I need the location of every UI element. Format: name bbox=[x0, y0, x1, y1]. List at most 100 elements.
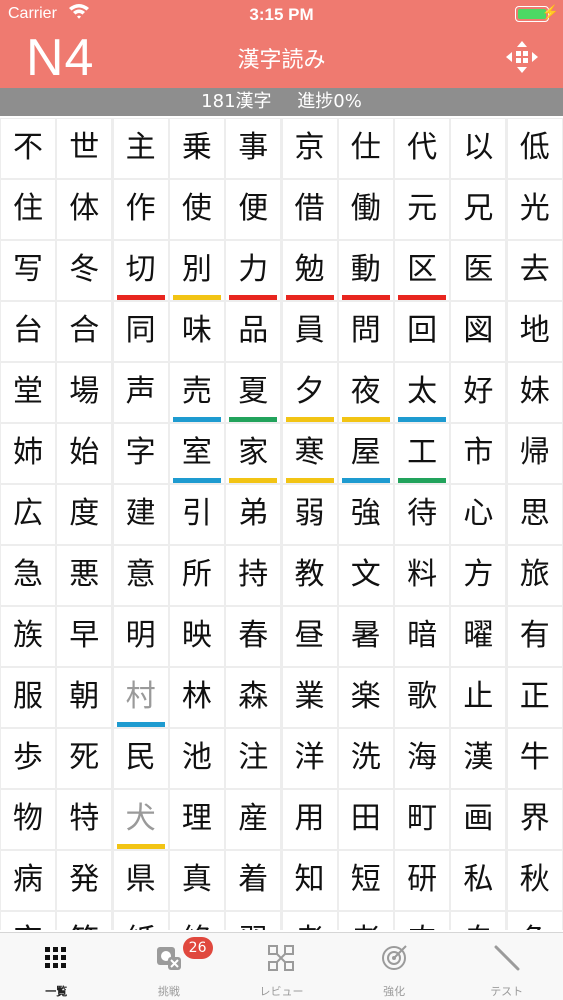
kanji-cell[interactable]: 究 bbox=[1, 912, 55, 930]
kanji-cell[interactable]: 思 bbox=[507, 485, 562, 544]
kanji-cell[interactable]: 地 bbox=[507, 302, 562, 361]
kanji-cell[interactable]: 市 bbox=[451, 424, 506, 483]
kanji-cell[interactable]: 夏 bbox=[226, 363, 281, 422]
kanji-cell[interactable]: 夕 bbox=[282, 363, 337, 422]
kanji-cell[interactable]: 味 bbox=[169, 302, 224, 361]
kanji-cell[interactable]: 妹 bbox=[507, 363, 562, 422]
kanji-cell[interactable]: 建 bbox=[113, 485, 168, 544]
kanji-cell[interactable]: 海 bbox=[395, 729, 450, 788]
kanji-cell[interactable]: 力 bbox=[226, 241, 281, 300]
kanji-cell[interactable]: 文 bbox=[338, 546, 393, 605]
kanji-cell[interactable]: 短 bbox=[338, 851, 393, 910]
kanji-cell[interactable]: 持 bbox=[226, 546, 281, 605]
kanji-cell[interactable]: 問 bbox=[338, 302, 393, 361]
kanji-cell[interactable]: 林 bbox=[169, 668, 224, 727]
kanji-cell[interactable]: 去 bbox=[507, 241, 562, 300]
kanji-cell[interactable]: 声 bbox=[113, 363, 168, 422]
kanji-cell[interactable]: 死 bbox=[57, 729, 112, 788]
kanji-cell[interactable]: 答 bbox=[57, 912, 112, 930]
kanji-cell[interactable]: 以 bbox=[451, 119, 506, 178]
kanji-cell[interactable]: 旅 bbox=[507, 546, 562, 605]
kanji-cell[interactable]: 映 bbox=[169, 607, 224, 666]
kanji-cell[interactable]: 方 bbox=[451, 546, 506, 605]
kanji-cell[interactable]: 待 bbox=[395, 485, 450, 544]
kanji-cell[interactable]: 有 bbox=[507, 607, 562, 666]
kanji-cell[interactable]: 兄 bbox=[451, 180, 506, 239]
kanji-cell[interactable]: 知 bbox=[282, 851, 337, 910]
kanji-cell[interactable]: 真 bbox=[169, 851, 224, 910]
kanji-cell[interactable]: 室 bbox=[169, 424, 224, 483]
kanji-cell[interactable]: 強 bbox=[338, 485, 393, 544]
kanji-cell[interactable]: 太 bbox=[395, 363, 450, 422]
kanji-cell[interactable]: 池 bbox=[169, 729, 224, 788]
kanji-cell[interactable]: 弱 bbox=[282, 485, 337, 544]
kanji-cell[interactable]: 洋 bbox=[282, 729, 337, 788]
kanji-cell[interactable]: 発 bbox=[57, 851, 112, 910]
kanji-cell[interactable]: 働 bbox=[338, 180, 393, 239]
kanji-cell[interactable]: 仕 bbox=[338, 119, 393, 178]
kanji-cell[interactable]: 便 bbox=[226, 180, 281, 239]
kanji-cell[interactable]: 料 bbox=[395, 546, 450, 605]
kanji-cell[interactable]: 切 bbox=[113, 241, 168, 300]
kanji-cell[interactable]: 歩 bbox=[1, 729, 55, 788]
kanji-cell[interactable]: 区 bbox=[395, 241, 450, 300]
kanji-cell[interactable]: 体 bbox=[57, 180, 112, 239]
kanji-cell[interactable]: 秋 bbox=[507, 851, 562, 910]
kanji-cell[interactable]: 作 bbox=[113, 180, 168, 239]
kanji-cell[interactable]: 画 bbox=[451, 790, 506, 849]
kanji-cell[interactable]: 習 bbox=[226, 912, 281, 930]
kanji-cell[interactable]: 暗 bbox=[395, 607, 450, 666]
kanji-cell[interactable]: 別 bbox=[169, 241, 224, 300]
kanji-cell[interactable]: 勉 bbox=[282, 241, 337, 300]
kanji-cell[interactable]: 心 bbox=[451, 485, 506, 544]
tab-pencil[interactable]: テスト bbox=[450, 933, 563, 1000]
tab-review[interactable]: レビュー bbox=[225, 933, 338, 1000]
kanji-cell[interactable]: 品 bbox=[226, 302, 281, 361]
kanji-cell[interactable]: 肉 bbox=[395, 912, 450, 930]
kanji-cell[interactable]: 産 bbox=[226, 790, 281, 849]
kanji-cell[interactable]: 曜 bbox=[451, 607, 506, 666]
kanji-cell[interactable]: 急 bbox=[1, 546, 55, 605]
kanji-cell[interactable]: 住 bbox=[1, 180, 55, 239]
kanji-cell[interactable]: 不 bbox=[1, 119, 55, 178]
tab-challenge[interactable]: 挑戦 26 bbox=[113, 933, 226, 1000]
kanji-cell[interactable]: 正 bbox=[507, 668, 562, 727]
kanji-cell[interactable]: 教 bbox=[282, 546, 337, 605]
kanji-cell[interactable]: 引 bbox=[169, 485, 224, 544]
kanji-cell[interactable]: 色 bbox=[507, 912, 562, 930]
kanji-cell[interactable]: 紙 bbox=[113, 912, 168, 930]
kanji-cell[interactable]: 好 bbox=[451, 363, 506, 422]
kanji-cell[interactable]: 借 bbox=[282, 180, 337, 239]
kanji-cell[interactable]: 町 bbox=[395, 790, 450, 849]
kanji-cell[interactable]: 物 bbox=[1, 790, 55, 849]
kanji-cell[interactable]: 弟 bbox=[226, 485, 281, 544]
kanji-cell[interactable]: 字 bbox=[113, 424, 168, 483]
kanji-cell[interactable]: 族 bbox=[1, 607, 55, 666]
kanji-cell[interactable]: 回 bbox=[395, 302, 450, 361]
kanji-cell[interactable]: 帰 bbox=[507, 424, 562, 483]
kanji-cell[interactable]: 止 bbox=[451, 668, 506, 727]
kanji-cell[interactable]: 夜 bbox=[338, 363, 393, 422]
kanji-cell[interactable]: 朝 bbox=[57, 668, 112, 727]
kanji-cell[interactable]: 動 bbox=[338, 241, 393, 300]
kanji-cell[interactable]: 台 bbox=[1, 302, 55, 361]
kanji-cell[interactable]: 元 bbox=[395, 180, 450, 239]
kanji-cell[interactable]: 低 bbox=[507, 119, 562, 178]
kanji-cell[interactable]: 森 bbox=[226, 668, 281, 727]
kanji-cell[interactable]: 事 bbox=[226, 119, 281, 178]
kanji-cell[interactable]: 光 bbox=[507, 180, 562, 239]
kanji-cell[interactable]: 場 bbox=[57, 363, 112, 422]
kanji-cell[interactable]: 昼 bbox=[282, 607, 337, 666]
kanji-cell[interactable]: 楽 bbox=[338, 668, 393, 727]
kanji-cell[interactable]: 特 bbox=[57, 790, 112, 849]
kanji-cell[interactable]: 医 bbox=[451, 241, 506, 300]
kanji-cell[interactable]: 終 bbox=[169, 912, 224, 930]
kanji-cell[interactable]: 姉 bbox=[1, 424, 55, 483]
kanji-cell[interactable]: 界 bbox=[507, 790, 562, 849]
kanji-cell[interactable]: 考 bbox=[282, 912, 337, 930]
kanji-cell[interactable]: 歌 bbox=[395, 668, 450, 727]
kanji-cell[interactable]: 病 bbox=[1, 851, 55, 910]
tab-target[interactable]: 強化 bbox=[338, 933, 451, 1000]
kanji-cell[interactable]: 使 bbox=[169, 180, 224, 239]
kanji-cell[interactable]: 図 bbox=[451, 302, 506, 361]
